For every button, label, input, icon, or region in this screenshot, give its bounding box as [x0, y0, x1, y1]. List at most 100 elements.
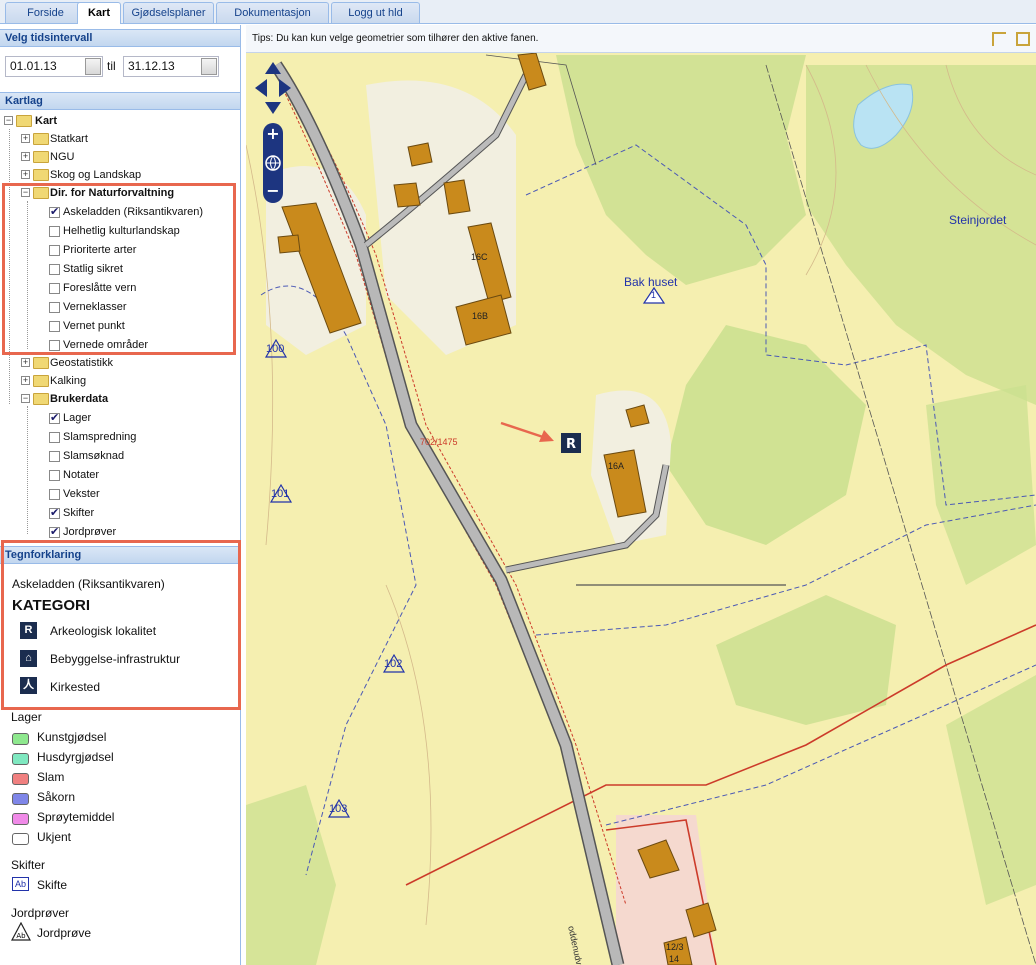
layer-label: Slamsøknad	[63, 450, 125, 462]
expand-icon[interactable]: +	[21, 134, 30, 143]
building-label: 16A	[608, 461, 625, 471]
parcel-label: 102	[384, 658, 403, 670]
tree-node-brukerdata[interactable]: − Brukerdata	[0, 390, 240, 408]
crop-tool-icon[interactable]	[1016, 32, 1030, 46]
folder-icon	[33, 375, 49, 387]
person-icon: 人	[20, 677, 37, 694]
tree-node-kalking[interactable]: + Kalking	[0, 372, 240, 390]
checkbox[interactable]	[49, 451, 60, 462]
checkbox[interactable]: ✔	[49, 527, 60, 538]
layer-slamsoknad[interactable]: Slamsøknad	[0, 447, 235, 465]
zoom-out-icon[interactable]: −	[266, 181, 279, 200]
pan-right-icon[interactable]	[279, 79, 291, 97]
layer-label: Skifter	[63, 507, 95, 519]
legend-lager-item: Slam	[37, 770, 65, 784]
pan-left-icon[interactable]	[255, 79, 267, 97]
layer-slamspredning[interactable]: Slamspredning	[0, 428, 235, 446]
pan-up-icon[interactable]	[265, 62, 281, 74]
layer-lager[interactable]: ✔ Lager	[0, 409, 235, 427]
layer-skifter[interactable]: ✔ Skifter	[0, 504, 235, 522]
folder-icon	[33, 169, 49, 181]
left-panel: Velg tidsintervall 01.01.13 til 31.12.13…	[0, 25, 241, 965]
tab-bar: Forside Kart Gjødselsplaner Dokumentasjo…	[0, 0, 1036, 24]
layer-notater[interactable]: Notater	[0, 466, 235, 484]
building-label: 12/3	[666, 942, 684, 952]
layer-label: Jordprøver	[63, 526, 117, 538]
pan-down-icon[interactable]	[265, 102, 281, 114]
time-panel-title: Velg tidsintervall	[0, 29, 240, 47]
tree-label: Geostatistikk	[50, 357, 113, 369]
checkbox[interactable]: ✔	[49, 508, 60, 519]
swatch-icon	[12, 773, 29, 785]
legend-category: Bebyggelse-infrastruktur	[50, 652, 181, 666]
building-label: 14	[669, 954, 680, 964]
tip-text: Tips: Du kan kun velge geometrier som ti…	[252, 33, 539, 44]
folder-icon	[33, 393, 49, 405]
layer-vekster[interactable]: Vekster	[0, 485, 235, 503]
swatch-icon	[12, 833, 29, 845]
tree-node-geostat[interactable]: + Geostatistikk	[0, 354, 240, 372]
tree-label: NGU	[50, 151, 75, 163]
tab-forside[interactable]: Forside	[5, 2, 86, 23]
tree-node-kart[interactable]: − Kart	[0, 112, 240, 130]
tab-kart[interactable]: Kart	[77, 2, 121, 24]
til-label: til	[107, 59, 116, 73]
folder-icon	[33, 357, 49, 369]
map-view[interactable]: R Tips: Du kan kun velge geometrier som …	[246, 25, 1036, 965]
checkbox[interactable]	[49, 432, 60, 443]
expand-icon[interactable]: +	[21, 170, 30, 179]
tree-node-skog[interactable]: + Skog og Landskap	[0, 166, 240, 184]
legend-lager-item: Sprøytemiddel	[37, 810, 115, 824]
calendar-icon[interactable]	[85, 58, 101, 75]
map-navigation: + −	[255, 62, 291, 203]
legend-jord-title: Jordprøver	[11, 906, 70, 920]
zoom-in-icon[interactable]: +	[266, 124, 279, 143]
checkbox[interactable]	[49, 470, 60, 481]
svg-text:R: R	[566, 437, 576, 452]
building-label: 16C	[471, 252, 488, 262]
to-date-field[interactable]: 31.12.13	[123, 56, 219, 77]
highlight-box	[2, 183, 236, 355]
folder-icon	[33, 133, 49, 145]
layer-label: Lager	[63, 412, 92, 424]
tab-logg-ut[interactable]: Logg ut hld	[331, 2, 420, 23]
layer-label: Vekster	[63, 488, 100, 500]
from-date-value: 01.01.13	[10, 59, 57, 73]
expand-icon[interactable]: +	[21, 376, 30, 385]
legend-lager-item: Såkorn	[37, 790, 76, 804]
swatch-icon	[12, 813, 29, 825]
folder-icon	[16, 115, 32, 127]
tree-label: Kart	[35, 115, 58, 127]
expand-icon[interactable]: +	[21, 152, 30, 161]
legend-jord-label: Jordprøve	[37, 926, 92, 940]
swatch-icon	[12, 793, 29, 805]
legend-category-title: KATEGORI	[12, 597, 91, 614]
legend-lager-item: Kunstgjødsel	[37, 730, 107, 744]
swatch-icon	[12, 753, 29, 765]
calendar-icon[interactable]	[201, 58, 217, 75]
place-label: Steinjordet	[949, 213, 1007, 227]
legend-category: Kirkested	[50, 680, 101, 694]
layers-panel-title: Kartlag	[0, 92, 240, 110]
tree-node-ngu[interactable]: + NGU	[0, 148, 240, 166]
collapse-icon[interactable]: −	[21, 394, 30, 403]
layer-label: Slamspredning	[63, 431, 137, 443]
from-date-field[interactable]: 01.01.13	[5, 56, 103, 77]
svg-text:Ab: Ab	[16, 932, 26, 940]
parcel-label: 103	[329, 803, 348, 815]
to-date-value: 31.12.13	[128, 59, 175, 73]
layer-jordprover[interactable]: ✔ Jordprøver	[0, 523, 235, 541]
jordprove-icon: Ab	[11, 922, 31, 941]
tab-dokumentasjon[interactable]: Dokumentasjon	[216, 2, 329, 23]
select-tool-icon[interactable]	[992, 32, 1006, 46]
checkbox[interactable]: ✔	[49, 413, 60, 424]
expand-icon[interactable]: +	[21, 358, 30, 367]
map-canvas[interactable]: R	[246, 25, 1036, 965]
r-icon: R	[20, 622, 37, 639]
tree-node-statkart[interactable]: + Statkart	[0, 130, 240, 148]
legend-category: Arkeologisk lokalitet	[50, 624, 157, 638]
collapse-icon[interactable]: −	[4, 116, 13, 125]
tab-gjodselsplaner[interactable]: Gjødselsplaner	[123, 2, 214, 23]
legend-lager-item: Husdyrgjødsel	[37, 750, 114, 764]
checkbox[interactable]	[49, 489, 60, 500]
